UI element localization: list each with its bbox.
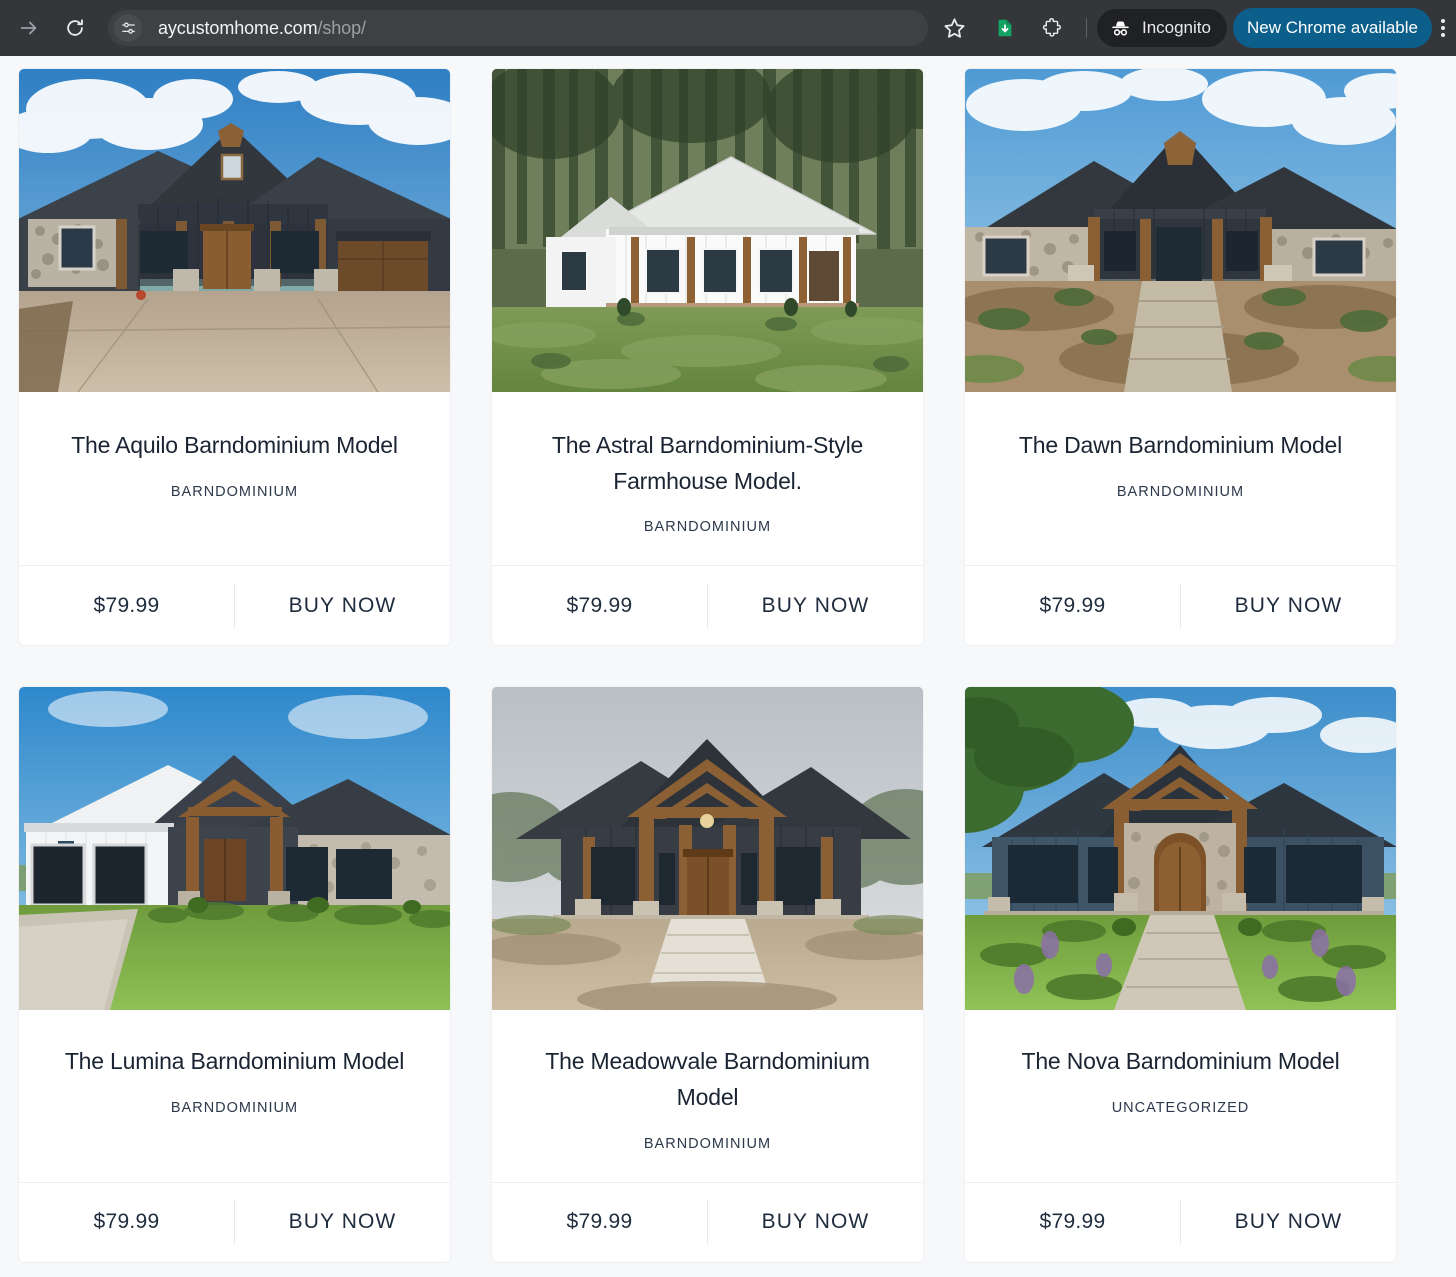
product-info: The Aquilo Barndominium Model BARNDOMINI…: [19, 392, 450, 565]
product-card[interactable]: The Astral Barndominium-Style Farmhouse …: [491, 68, 924, 647]
product-card[interactable]: The Aquilo Barndominium Model BARNDOMINI…: [18, 68, 451, 647]
tune-sliders-icon: [121, 22, 135, 34]
bookmark-button[interactable]: [936, 9, 974, 47]
barndominium-photo-nova: [965, 687, 1396, 1011]
product-title[interactable]: The Nova Barndominium Model: [1021, 1044, 1339, 1080]
product-category[interactable]: UNCATEGORIZED: [1112, 1100, 1250, 1116]
product-price: $79.99: [93, 1210, 160, 1234]
product-price: $79.99: [1039, 1210, 1106, 1234]
product-info: The Nova Barndominium Model UNCATEGORIZE…: [965, 1010, 1396, 1181]
url-path: /shop/: [317, 17, 366, 38]
product-card[interactable]: The Dawn Barndominium Model BARNDOMINIUM…: [964, 68, 1397, 647]
barndominium-photo-meadowvale: [492, 687, 923, 1011]
product-title[interactable]: The Lumina Barndominium Model: [65, 1044, 405, 1080]
product-grid: The Aquilo Barndominium Model BARNDOMINI…: [18, 68, 1438, 1263]
kebab-dot: [1441, 19, 1445, 23]
site-settings-button[interactable]: [114, 14, 142, 42]
buy-now-button[interactable]: BUY NOW: [1181, 1183, 1396, 1262]
product-category[interactable]: BARNDOMINIUM: [1117, 484, 1244, 500]
product-card[interactable]: The Meadowvale Barndominium Model BARNDO…: [491, 686, 924, 1263]
extensions-button[interactable]: [1034, 9, 1072, 47]
product-footer: $79.99 BUY NOW: [492, 1181, 923, 1262]
buy-now-button[interactable]: BUY NOW: [235, 1183, 450, 1262]
product-title[interactable]: The Meadowvale Barndominium Model: [523, 1044, 893, 1115]
url-host: aycustomhome.com: [158, 17, 318, 38]
buy-now-button[interactable]: BUY NOW: [1181, 566, 1396, 645]
product-image[interactable]: [492, 69, 923, 392]
product-footer: $79.99 BUY NOW: [19, 1181, 450, 1262]
download-button[interactable]: [986, 9, 1024, 47]
product-image[interactable]: [19, 69, 450, 392]
incognito-spy-icon: [1112, 21, 1129, 35]
barndominium-photo-dawn: [965, 69, 1396, 392]
chrome-update-label: New Chrome available: [1246, 18, 1418, 37]
buy-now-button[interactable]: BUY NOW: [235, 566, 450, 645]
product-image[interactable]: [19, 687, 450, 1011]
product-price: $79.99: [93, 593, 160, 617]
puzzle-piece-icon: [1043, 17, 1062, 37]
product-footer: $79.99 BUY NOW: [965, 565, 1396, 645]
download-complete-icon: [998, 19, 1012, 37]
barndominium-photo-aquilo: [19, 69, 450, 392]
shop-page: The Aquilo Barndominium Model BARNDOMINI…: [0, 56, 1456, 1277]
product-card[interactable]: The Lumina Barndominium Model BARNDOMINI…: [18, 686, 451, 1263]
buy-now-button[interactable]: BUY NOW: [708, 566, 923, 645]
arrow-forward-icon: [20, 21, 37, 35]
product-image[interactable]: [965, 687, 1396, 1011]
reload-button[interactable]: [58, 11, 92, 45]
url-text: aycustomhome.com/shop/: [158, 18, 366, 39]
star-icon: [944, 17, 965, 38]
barndominium-photo-lumina: [19, 687, 450, 1011]
incognito-indicator[interactable]: Incognito: [1096, 9, 1227, 47]
product-category[interactable]: BARNDOMINIUM: [171, 484, 298, 500]
product-price: $79.99: [566, 593, 633, 617]
chrome-update-button[interactable]: New Chrome available: [1232, 8, 1432, 48]
browser-menu-button[interactable]: [1432, 9, 1454, 47]
product-title[interactable]: The Astral Barndominium-Style Farmhouse …: [523, 428, 893, 499]
kebab-dot: [1441, 26, 1445, 30]
reload-icon: [67, 19, 83, 36]
product-card[interactable]: The Nova Barndominium Model UNCATEGORIZE…: [964, 686, 1397, 1263]
product-title[interactable]: The Dawn Barndominium Model: [1019, 428, 1342, 464]
kebab-dot: [1441, 33, 1445, 37]
product-category[interactable]: BARNDOMINIUM: [644, 519, 771, 535]
product-price: $79.99: [1039, 593, 1106, 617]
product-info: The Astral Barndominium-Style Farmhouse …: [492, 392, 923, 565]
forward-button[interactable]: [12, 11, 46, 45]
barndominium-photo-astral: [492, 69, 923, 392]
product-footer: $79.99 BUY NOW: [492, 565, 923, 645]
product-image[interactable]: [965, 69, 1396, 392]
incognito-label: Incognito: [1141, 18, 1211, 37]
buy-now-button[interactable]: BUY NOW: [708, 1183, 923, 1262]
product-title[interactable]: The Aquilo Barndominium Model: [71, 428, 398, 464]
product-image[interactable]: [492, 687, 923, 1011]
product-category[interactable]: BARNDOMINIUM: [644, 1136, 771, 1152]
product-info: The Lumina Barndominium Model BARNDOMINI…: [19, 1010, 450, 1181]
product-footer: $79.99 BUY NOW: [965, 1181, 1396, 1262]
product-category[interactable]: BARNDOMINIUM: [171, 1100, 298, 1116]
product-footer: $79.99 BUY NOW: [19, 565, 450, 645]
address-bar[interactable]: aycustomhome.com/shop/: [108, 10, 928, 46]
product-price: $79.99: [566, 1210, 633, 1234]
product-info: The Dawn Barndominium Model BARNDOMINIUM: [965, 392, 1396, 565]
toolbar-divider: [1085, 18, 1087, 38]
product-info: The Meadowvale Barndominium Model BARNDO…: [492, 1010, 923, 1181]
browser-toolbar: aycustomhome.com/shop/ Incognito New Chr…: [0, 0, 1456, 56]
